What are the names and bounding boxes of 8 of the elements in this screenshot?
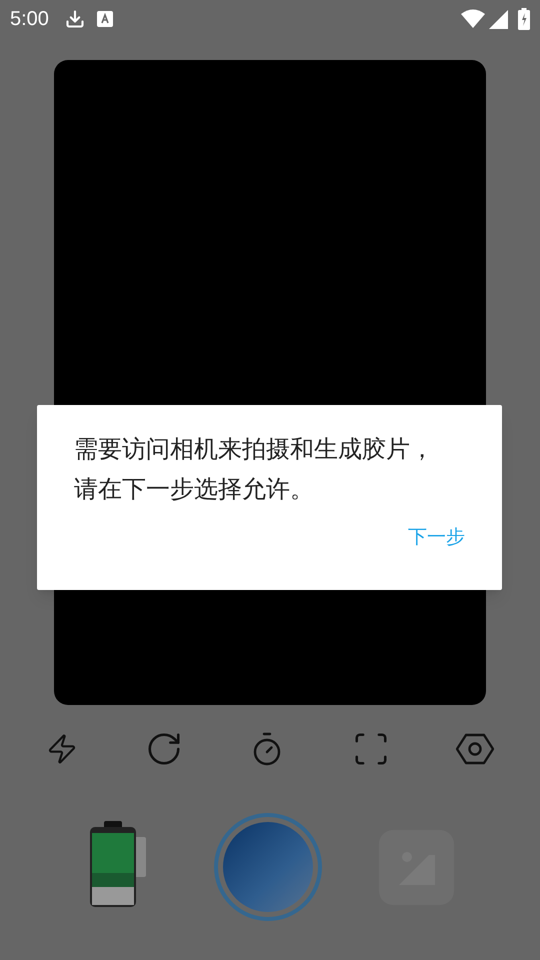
battery-icon: [518, 8, 530, 30]
next-button[interactable]: 下一步: [408, 523, 465, 552]
dialog-message: 需要访问相机来拍摄和生成胶片，请在下一步选择允许。: [74, 434, 435, 505]
signal-icon: [489, 10, 508, 28]
status-time: 5:00: [10, 7, 49, 32]
app-notification-icon: [96, 11, 113, 27]
wifi-icon: [461, 9, 485, 29]
download-icon: [64, 9, 85, 29]
